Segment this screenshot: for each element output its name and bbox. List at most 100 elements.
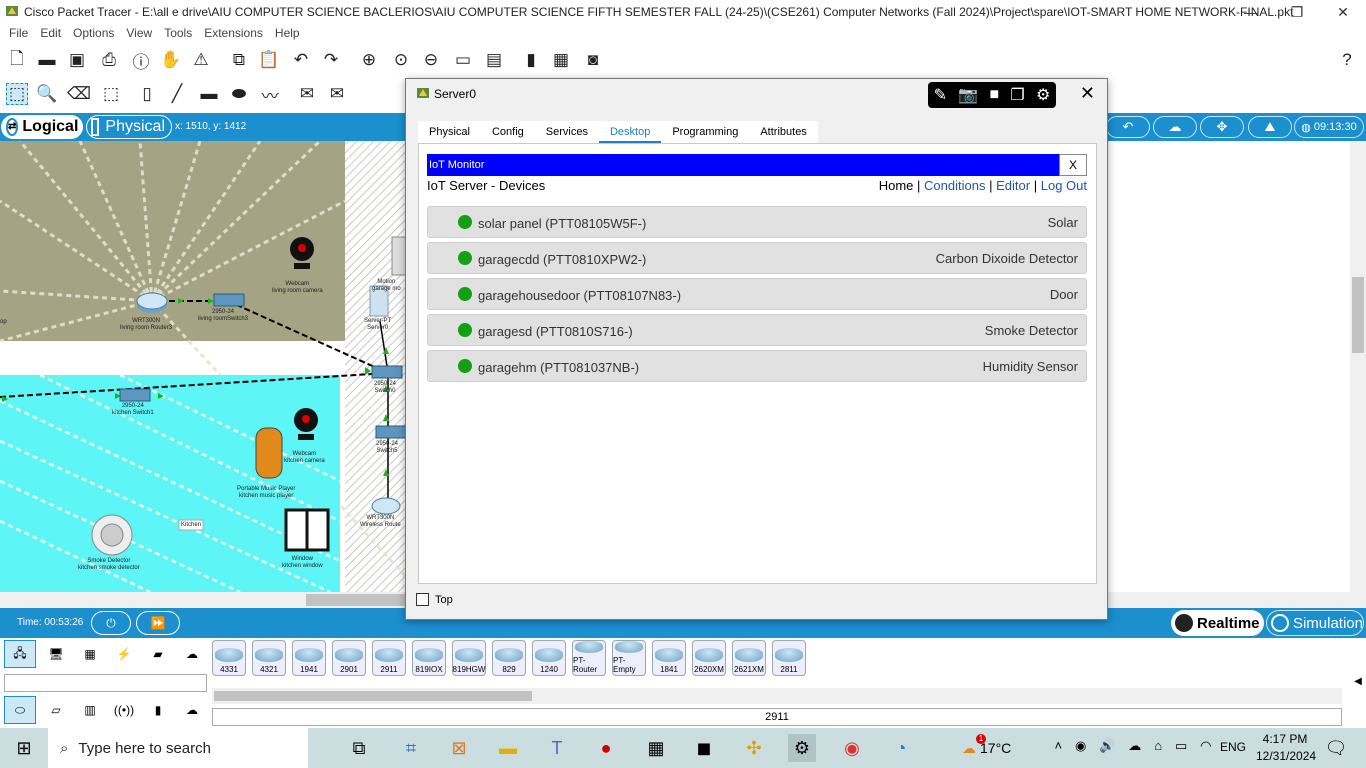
menu-file[interactable]: File — [9, 26, 28, 40]
horizontal-scroll-thumb[interactable] — [306, 594, 416, 606]
iot-device-row[interactable]: garagesd (PTT0810S716-) Smoke Detector — [427, 314, 1087, 346]
volume-icon[interactable]: 🔊 — [1099, 738, 1115, 758]
logical-view-button[interactable]: ⇄ Logical — [1, 115, 83, 139]
misc-category-icon[interactable]: ▰ — [142, 640, 174, 668]
teams-icon[interactable]: T — [543, 734, 571, 762]
tab-services[interactable]: Services — [535, 121, 599, 143]
back-arrow-button[interactable]: ↶ — [1106, 116, 1150, 138]
draw-line-icon[interactable]: ╱ — [166, 83, 188, 105]
save-icon[interactable]: ▣ — [66, 49, 88, 71]
select-icon[interactable]: ⬚ — [6, 83, 28, 105]
simple-pdu-icon[interactable]: ✉ — [296, 83, 318, 105]
video-camera-icon[interactable]: ■ — [989, 86, 999, 104]
close-window-button[interactable]: ✕ — [1320, 0, 1366, 24]
copy-window-icon[interactable]: ❐ — [1010, 85, 1024, 105]
tab-desktop[interactable]: Desktop — [598, 121, 662, 143]
tray-chrome-icon[interactable]: ◉ — [1075, 738, 1086, 758]
vertical-scroll-thumb[interactable] — [1352, 277, 1364, 353]
network-devices-category-icon[interactable]: 🖧 — [4, 640, 36, 668]
print-icon[interactable]: ⎙ — [98, 49, 120, 71]
paste-icon[interactable]: 📋 — [258, 49, 280, 71]
windows-start-icon[interactable]: ⊞ — [10, 734, 38, 762]
app-icon-xampp[interactable]: ⊠ — [445, 734, 473, 762]
router-model-tile[interactable]: 2621XM — [732, 640, 766, 676]
app-icon-clapper[interactable]: ▦ — [642, 734, 670, 762]
dialog-settings-gear-icon[interactable]: ⚙ — [1036, 85, 1050, 105]
fast-forward-button[interactable]: ⏩ — [136, 611, 180, 635]
jetbrains-icon[interactable]: ◼ — [690, 734, 718, 762]
cluster-icon[interactable]: ▦ — [550, 49, 572, 71]
hubs-subcategory-icon[interactable]: ▥ — [74, 696, 106, 724]
custom-device-icon[interactable]: ▤ — [483, 49, 505, 71]
zoom-in-icon[interactable]: ⊕ — [358, 49, 380, 71]
delete-icon[interactable]: ⌫ — [67, 83, 91, 105]
app-icon-1[interactable]: ⌗ — [397, 734, 425, 762]
router-model-tile[interactable]: 819IOX — [412, 640, 446, 676]
router-model-tile[interactable]: 2620XM — [692, 640, 726, 676]
edge-icon[interactable]: ◔ — [887, 734, 915, 762]
menu-tools[interactable]: Tools — [164, 26, 192, 40]
notifications-icon[interactable]: 🗨 — [1322, 734, 1350, 762]
inspect-icon[interactable]: 🔍 — [36, 83, 58, 105]
router-model-tile[interactable]: 2911 — [372, 640, 406, 676]
drawing-palette-icon[interactable]: ▭ — [452, 49, 474, 71]
iot-device-row[interactable]: solar panel (PTT08105W5F-) Solar — [427, 206, 1087, 238]
multiuser-category-icon[interactable]: ☁ — [176, 640, 208, 668]
model-list-scrollbar[interactable] — [212, 688, 1342, 704]
tab-attributes[interactable]: Attributes — [749, 121, 817, 143]
routers-subcategory-icon[interactable]: ⬭ — [4, 696, 36, 724]
menu-options[interactable]: Options — [73, 26, 114, 40]
wireless-subcategory-icon[interactable]: ((•)) — [108, 696, 140, 724]
tab-programming[interactable]: Programming — [661, 121, 749, 143]
router-model-tile[interactable]: 1941 — [292, 640, 326, 676]
category-search-field[interactable] — [4, 674, 207, 692]
menu-edit[interactable]: Edit — [40, 26, 61, 40]
recorder-icon[interactable]: ● — [592, 734, 620, 762]
inspect-pen-icon[interactable]: ✎ — [934, 85, 947, 105]
place-note-icon[interactable]: ▯ — [136, 83, 158, 105]
tab-physical[interactable]: Physical — [418, 121, 481, 143]
panel-collapse-arrow-icon[interactable]: ◀ — [1350, 640, 1366, 704]
workspace-vertical-scrollbar[interactable] — [1350, 141, 1366, 592]
cloud-settings-button[interactable]: ☁ — [1153, 116, 1197, 138]
router-model-tile[interactable]: 829 — [492, 640, 526, 676]
end-devices-category-icon[interactable]: 🖥 — [40, 640, 72, 668]
notes-icon[interactable]: ▮ — [520, 49, 542, 71]
realtime-mode-button[interactable]: Realtime — [1171, 610, 1264, 636]
tray-chevron-icon[interactable]: ˄ — [1054, 738, 1062, 758]
info-icon[interactable]: ⓘ — [130, 49, 152, 72]
minimize-button[interactable]: — — [1228, 0, 1274, 24]
packet-tracer-taskbar-icon[interactable]: ⚙ — [788, 734, 816, 762]
help-icon[interactable]: ? — [1336, 49, 1358, 71]
screenshot-icon[interactable]: ◙ — [582, 49, 604, 71]
battery-icon[interactable]: ▭ — [1175, 738, 1187, 758]
new-file-icon[interactable]: 🗋 — [6, 49, 28, 71]
router-model-tile[interactable]: 4331 — [212, 640, 246, 676]
switches-subcategory-icon[interactable]: ▱ — [40, 696, 72, 724]
zoom-reset-icon[interactable]: ⊙ — [390, 49, 412, 71]
freeform-icon[interactable]: 〰 — [259, 83, 281, 106]
simulation-mode-button[interactable]: Simulation — [1266, 610, 1364, 636]
router-model-tile[interactable]: 1841 — [652, 640, 686, 676]
iot-nav-logout[interactable]: Log Out — [1041, 178, 1087, 193]
network-icon[interactable]: ⌂ — [1154, 738, 1162, 758]
app-icon-puzzle[interactable]: ✣ — [740, 734, 768, 762]
background-image-button[interactable]: ⛰ — [1248, 116, 1292, 138]
weather-widget[interactable]: ☁ 1 17°C — [962, 734, 1042, 760]
router-model-tile[interactable]: 1240 — [532, 640, 566, 676]
iot-monitor-close-button[interactable]: X — [1059, 154, 1087, 176]
onedrive-icon[interactable]: ☁ — [1128, 738, 1141, 758]
network-wizard-icon[interactable]: ✋ — [160, 49, 182, 71]
top-checkbox-row[interactable]: Top — [416, 593, 453, 606]
undo-icon[interactable]: ↶ — [290, 49, 312, 71]
copy-icon[interactable]: ⧉ — [228, 49, 250, 71]
taskbar-search-box[interactable]: ⌕ Type here to search — [48, 728, 308, 768]
router-model-tile[interactable]: 2811 — [772, 640, 806, 676]
power-cycle-button[interactable]: ⏻ — [91, 611, 131, 635]
iot-device-row[interactable]: garagehm (PTT081037NB-) Humidity Sensor — [427, 350, 1087, 382]
top-checkbox[interactable] — [416, 593, 429, 606]
chrome-icon[interactable]: ◉ — [838, 734, 866, 762]
router-model-tile[interactable]: PT-Empty — [612, 640, 646, 676]
wan-emulation-subcategory-icon[interactable]: ☁ — [176, 696, 208, 724]
physical-view-button[interactable]: Physical — [86, 115, 172, 139]
